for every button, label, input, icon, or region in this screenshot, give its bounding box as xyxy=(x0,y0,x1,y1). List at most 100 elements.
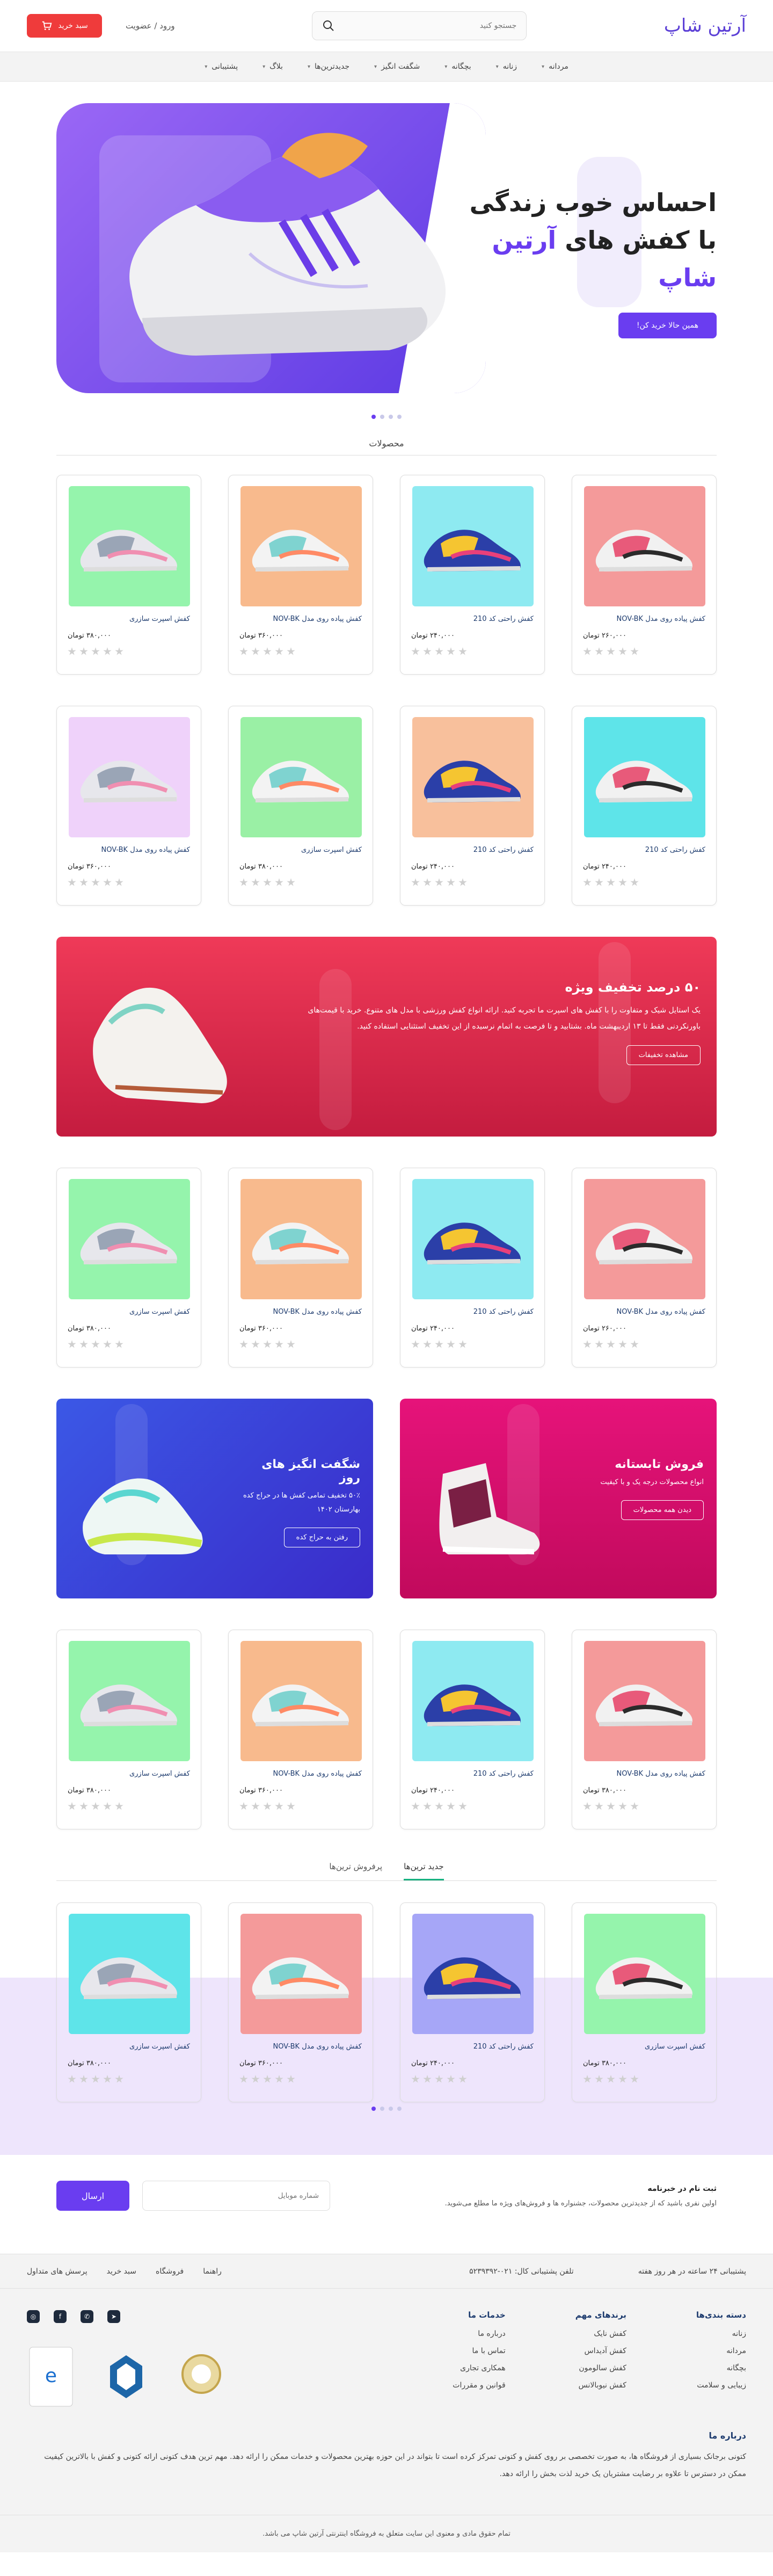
product-image[interactable] xyxy=(69,1179,190,1299)
product-image[interactable] xyxy=(240,1914,362,2034)
footer-column-link[interactable]: تماس با ما xyxy=(453,2347,506,2355)
product-image[interactable] xyxy=(240,717,362,837)
product-image[interactable] xyxy=(412,1179,534,1299)
product-card[interactable]: کفش پیاده روی مدل NOV-BK ۲۶۰,۰۰۰ تومان xyxy=(572,475,717,675)
cart-button[interactable]: سبد خرید xyxy=(27,14,103,38)
product-name[interactable]: کفش اسپرت سازری xyxy=(68,1770,190,1778)
product-image[interactable] xyxy=(240,1641,362,1761)
product-name[interactable]: کفش پیاده روی مدل NOV-BK xyxy=(239,1770,362,1778)
etehadieh-seal-icon[interactable] xyxy=(177,2345,225,2409)
product-image[interactable] xyxy=(584,1641,705,1761)
product-name[interactable]: کفش پیاده روی مدل NOV-BK xyxy=(583,1308,705,1316)
slide-dot[interactable] xyxy=(397,415,402,419)
samandehi-seal-icon[interactable] xyxy=(102,2345,150,2409)
instagram-icon[interactable]: ◎ xyxy=(27,2310,40,2323)
product-name[interactable]: کفش اسپرت سازری xyxy=(239,846,362,854)
product-name[interactable]: کفش راحتی کد 210 xyxy=(411,1308,534,1316)
footer-column-link[interactable]: کفش نیوبالانس xyxy=(575,2381,626,2390)
slide-dot[interactable] xyxy=(389,415,393,419)
footer-link[interactable]: راهنما xyxy=(203,2267,222,2276)
product-name[interactable]: کفش راحتی کد 210 xyxy=(411,846,534,854)
product-name[interactable]: کفش راحتی کد 210 xyxy=(411,2043,534,2051)
product-name[interactable]: کفش پیاده روی مدل NOV-BK xyxy=(583,615,705,623)
product-image[interactable] xyxy=(240,1179,362,1299)
footer-column-link[interactable]: همکاری تجاری xyxy=(453,2364,506,2372)
product-card[interactable]: کفش پیاده روی مدل NOV-BK ۳۶۰,۰۰۰ تومان xyxy=(228,1630,373,1829)
footer-column-link[interactable]: درباره ما xyxy=(453,2329,505,2338)
product-image[interactable] xyxy=(584,486,705,606)
product-name[interactable]: کفش پیاده روی مدل NOV-BK xyxy=(239,1308,362,1316)
telegram-icon[interactable]: ➤ xyxy=(107,2310,120,2323)
product-card[interactable]: کفش اسپرت سازری ۳۸۰,۰۰۰ تومان xyxy=(56,1630,201,1829)
nav-item[interactable]: جدیدترین‌ها ▾ xyxy=(308,62,349,71)
view-discounts-button[interactable]: مشاهده تخفیفات xyxy=(626,1045,701,1065)
whatsapp-icon[interactable]: ✆ xyxy=(81,2310,93,2323)
all-products-button[interactable]: دیدن همه محصولات xyxy=(621,1500,704,1520)
tab-best-sellers[interactable]: پرفروش ترین‌ها xyxy=(329,1862,382,1880)
product-image[interactable] xyxy=(584,1914,705,2034)
nav-item[interactable]: بلاگ ▾ xyxy=(262,62,283,71)
product-name[interactable]: کفش اسپرت سازری xyxy=(68,615,190,623)
product-card[interactable]: کفش اسپرت سازری ۳۸۰,۰۰۰ تومان xyxy=(56,1902,201,2102)
footer-link[interactable]: سبد خرید xyxy=(107,2267,136,2276)
product-image[interactable] xyxy=(69,1641,190,1761)
footer-column-link[interactable]: زیبایی و سلامت xyxy=(696,2381,746,2390)
product-image[interactable] xyxy=(584,717,705,837)
product-name[interactable]: کفش پیاده روی مدل NOV-BK xyxy=(239,615,362,623)
mobile-input[interactable] xyxy=(142,2181,330,2211)
product-image[interactable] xyxy=(69,1914,190,2034)
slide-dot[interactable] xyxy=(380,2107,384,2111)
sale-page-button[interactable]: رفتن به حراج کده xyxy=(283,1528,360,1547)
footer-column-link[interactable]: کفش سالومون xyxy=(575,2364,626,2372)
tab-newest[interactable]: جدید ترین‌ها xyxy=(404,1862,444,1880)
search-box[interactable] xyxy=(312,11,527,40)
product-card[interactable]: کفش راحتی کد 210 ۲۴۰,۰۰۰ تومان xyxy=(400,1168,545,1367)
footer-link[interactable]: فروشگاه xyxy=(156,2267,184,2276)
product-card[interactable]: کفش اسپرت سازری ۳۸۰,۰۰۰ تومان xyxy=(228,706,373,906)
amazing-deals-banner[interactable]: شگفت انگیز های روز ۵۰٪ تخفیف تمامی کفش ه… xyxy=(56,1399,373,1598)
product-name[interactable]: کفش پیاده روی مدل NOV-BK xyxy=(239,2043,362,2051)
login-link[interactable]: ورود / عضویت xyxy=(126,21,175,31)
footer-column-link[interactable]: قوانین و مقررات xyxy=(453,2381,505,2390)
search-input[interactable] xyxy=(355,21,517,30)
footer-link[interactable]: پرسش های متداول xyxy=(27,2267,87,2276)
product-name[interactable]: کفش اسپرت سازری xyxy=(583,2043,705,2051)
footer-column-link[interactable]: مردانه xyxy=(696,2347,746,2355)
facebook-icon[interactable]: f xyxy=(54,2310,67,2323)
product-card[interactable]: کفش راحتی کد 210 ۲۴۰,۰۰۰ تومان xyxy=(400,1902,545,2102)
product-card[interactable]: کفش پیاده روی مدل NOV-BK ۳۶۰,۰۰۰ تومان xyxy=(228,1902,373,2102)
product-image[interactable] xyxy=(412,717,534,837)
footer-column-link[interactable]: بچگانه xyxy=(696,2364,746,2372)
search-icon[interactable] xyxy=(322,19,335,32)
slide-dot-active[interactable] xyxy=(371,2107,376,2111)
nav-item[interactable]: بچگانه ▾ xyxy=(444,62,471,71)
product-name[interactable]: کفش پیاده روی مدل NOV-BK xyxy=(68,846,190,854)
product-image[interactable] xyxy=(412,486,534,606)
slide-dot[interactable] xyxy=(380,415,384,419)
product-image[interactable] xyxy=(412,1641,534,1761)
logo[interactable]: آرتین شاپ xyxy=(664,15,746,37)
footer-column-link[interactable]: کفش آدیداس xyxy=(575,2347,626,2355)
product-name[interactable]: کفش راحتی کد 210 xyxy=(411,1770,534,1778)
product-card[interactable]: کفش پیاده روی مدل NOV-BK ۳۸۰,۰۰۰ تومان xyxy=(572,1630,717,1829)
nav-item[interactable]: مردانه ▾ xyxy=(542,62,568,71)
send-button[interactable]: ارسال xyxy=(56,2181,129,2211)
footer-column-link[interactable]: زنانه xyxy=(696,2329,746,2338)
summer-sale-banner[interactable]: فروش تابستانه انواع محصولات درجه یک و با… xyxy=(400,1399,717,1598)
hero-buy-button[interactable]: همین حالا خرید کن! xyxy=(618,313,717,338)
nav-item[interactable]: زنانه ▾ xyxy=(496,62,517,71)
product-name[interactable]: کفش اسپرت سازری xyxy=(68,2043,190,2051)
product-card[interactable]: کفش اسپرت سازری ۳۸۰,۰۰۰ تومان xyxy=(572,1902,717,2102)
product-image[interactable] xyxy=(240,486,362,606)
product-name[interactable]: کفش راحتی کد 210 xyxy=(583,846,705,854)
slide-dot[interactable] xyxy=(389,2107,393,2111)
product-card[interactable]: کفش اسپرت سازری ۳۸۰,۰۰۰ تومان xyxy=(56,475,201,675)
product-card[interactable]: کفش پیاده روی مدل NOV-BK ۲۶۰,۰۰۰ تومان xyxy=(572,1168,717,1367)
product-card[interactable]: کفش راحتی کد 210 ۲۴۰,۰۰۰ تومان xyxy=(572,706,717,906)
nav-item[interactable]: پشتیبانی ▾ xyxy=(205,62,238,71)
product-name[interactable]: کفش اسپرت سازری xyxy=(68,1308,190,1316)
product-image[interactable] xyxy=(412,1914,534,2034)
product-card[interactable]: کفش پیاده روی مدل NOV-BK ۳۶۰,۰۰۰ تومان xyxy=(228,475,373,675)
product-card[interactable]: کفش راحتی کد 210 ۲۴۰,۰۰۰ تومان xyxy=(400,475,545,675)
product-image[interactable] xyxy=(69,717,190,837)
